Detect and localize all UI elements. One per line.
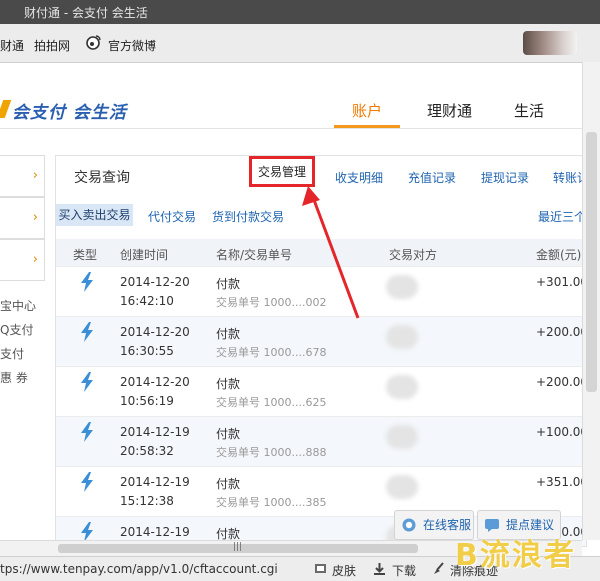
tab-withdraw-records[interactable]: 提现记录 (481, 169, 529, 186)
favorites-bar: 财通 拍拍网 官方微博 (0, 24, 600, 63)
broom-icon (434, 562, 444, 574)
panel-title: 交易查询 (74, 170, 130, 186)
lightning-icon (80, 272, 94, 292)
counterparty-avatar (386, 325, 418, 349)
sidebar-link-pay[interactable]: 支付 (0, 345, 24, 362)
table-row[interactable]: 2014-12-20 16:30:55 付款交易单号 1000....678 +200… (56, 316, 586, 367)
row-amount: +301.00 (536, 275, 587, 289)
counterparty-avatar (386, 475, 418, 499)
subtab-cod[interactable]: 货到付款交易 (212, 208, 284, 225)
row-time: 10:56:19 (120, 394, 174, 408)
recent-three-months-filter[interactable]: 最近三个 (538, 208, 586, 225)
subtab-proxy-pay[interactable]: 代付交易 (148, 208, 196, 225)
logo-text: 会支付 会生活 (12, 103, 127, 123)
tab-recharge-records[interactable]: 充值记录 (408, 169, 456, 186)
column-created-time: 创建时间 (120, 248, 169, 262)
nav-licaitong[interactable]: 理财通 (427, 100, 472, 121)
row-name[interactable]: 付款 (216, 325, 240, 342)
row-time: 16:42:10 (120, 294, 174, 308)
status-url: tps://www.tenpay.com/app/v1.0/cftaccount… (0, 562, 278, 576)
tab-income-expense[interactable]: 收支明细 (335, 169, 383, 186)
sidebar-link-qpay[interactable]: Q支付 (0, 321, 33, 338)
row-date: 2014-12-19 (120, 425, 190, 439)
row-amount: +351.00 (536, 475, 587, 489)
window-title: 财付通 - 会支付 会生活 (24, 6, 148, 20)
row-transaction-number: 交易单号 1000....625 (216, 396, 327, 409)
table-row[interactable]: 2014-12-20 16:42:10 付款交易单号 1000....002 +301… (56, 266, 586, 317)
row-time: 20:58:32 (120, 444, 174, 458)
user-avatar[interactable] (523, 31, 577, 55)
table-row[interactable]: 2014-12-19 20:58:32 付款交易单号 1000....888 +100… (56, 416, 586, 467)
skin-icon (315, 564, 326, 573)
row-time: 16:30:55 (120, 344, 174, 358)
chevron-right-icon: › (32, 252, 38, 267)
row-name[interactable]: 付款 (216, 475, 240, 492)
row-amount: +200.00 (536, 325, 587, 339)
vertical-scrollbar[interactable] (582, 62, 600, 540)
row-amount: +200.00 (536, 375, 587, 389)
lightning-icon (80, 472, 94, 492)
row-date: 2014-12-20 (120, 325, 190, 339)
column-counterparty: 交易对方 (389, 248, 438, 262)
column-amount: 金额(元) (536, 248, 582, 262)
watermark-text: B流浪者 (455, 538, 576, 573)
status-download[interactable]: 下载 (392, 562, 416, 579)
left-sidebar: › › › 宝中心 Q支付 支付 惠 券 (0, 155, 46, 395)
site-logo[interactable]: 会支付 会生活 (0, 96, 130, 126)
table-header: 类型 创建时间 名称/交易单号 交易对方 金额(元) (56, 239, 586, 266)
sidebar-link-coupon[interactable]: 惠 券 (0, 369, 28, 386)
download-icon (374, 563, 385, 575)
sidebar-menu-item-3[interactable]: › (0, 239, 45, 281)
row-transaction-number: 交易单号 1000....002 (216, 296, 327, 309)
favorite-paipai[interactable]: 拍拍网 (34, 37, 70, 54)
scroll-grip-icon: ||| (233, 542, 243, 552)
tab-transaction-management[interactable]: 交易管理 (249, 156, 315, 187)
table-row[interactable]: 2014-12-20 10:56:19 付款交易单号 1000....625 +200… (56, 366, 586, 417)
row-name[interactable]: 付款 (216, 275, 240, 292)
chevron-right-icon: › (32, 210, 38, 225)
headset-icon (402, 518, 416, 532)
column-name-txn: 名称/交易单号 (216, 248, 293, 262)
chevron-right-icon: › (32, 168, 38, 183)
transaction-query-panel: 交易查询 交易管理 收支明细 充值记录 提现记录 转账记 买入卖出交易 代付交易… (55, 155, 587, 547)
row-transaction-number: 交易单号 1000....678 (216, 346, 327, 359)
counterparty-avatar (386, 275, 418, 299)
counterparty-avatar (386, 375, 418, 399)
row-transaction-number: 交易单号 1000....385 (216, 496, 327, 509)
row-transaction-number: 交易单号 1000....888 (216, 446, 327, 459)
weibo-icon (86, 35, 101, 50)
favorite-official-weibo[interactable]: 官方微博 (108, 37, 156, 54)
lightning-icon (80, 422, 94, 442)
row-date: 2014-12-19 (120, 475, 190, 489)
sidebar-menu-item-2[interactable]: › (0, 197, 45, 239)
header-divider (0, 128, 600, 129)
lightning-icon (80, 522, 94, 542)
lightning-icon (80, 322, 94, 342)
nav-account[interactable]: 账户 (352, 100, 382, 121)
column-type: 类型 (73, 248, 98, 262)
status-skin[interactable]: 皮肤 (332, 562, 356, 579)
row-date: 2014-12-20 (120, 375, 190, 389)
sidebar-menu-item-1[interactable]: › (0, 155, 45, 197)
row-date: 2014-12-20 (120, 275, 190, 289)
row-date: 2014-12-19 (120, 525, 190, 539)
logo-mark-icon (0, 100, 12, 118)
browser-title-bar: 财付通 - 会支付 会生活 (0, 0, 600, 24)
favorite-tenpay[interactable]: 财通 (0, 37, 24, 54)
sidebar-link-center[interactable]: 宝中心 (0, 297, 36, 314)
row-amount: +100.00 (536, 425, 587, 439)
row-time: 15:12:38 (120, 494, 174, 508)
vertical-scroll-thumb[interactable] (586, 132, 597, 392)
nav-life[interactable]: 生活 (514, 100, 544, 121)
row-name[interactable]: 付款 (216, 425, 240, 442)
subtab-buy-sell[interactable]: 买入卖出交易 (56, 204, 133, 226)
lightning-icon (80, 372, 94, 392)
counterparty-avatar (386, 425, 418, 449)
row-name[interactable]: 付款 (216, 375, 240, 392)
